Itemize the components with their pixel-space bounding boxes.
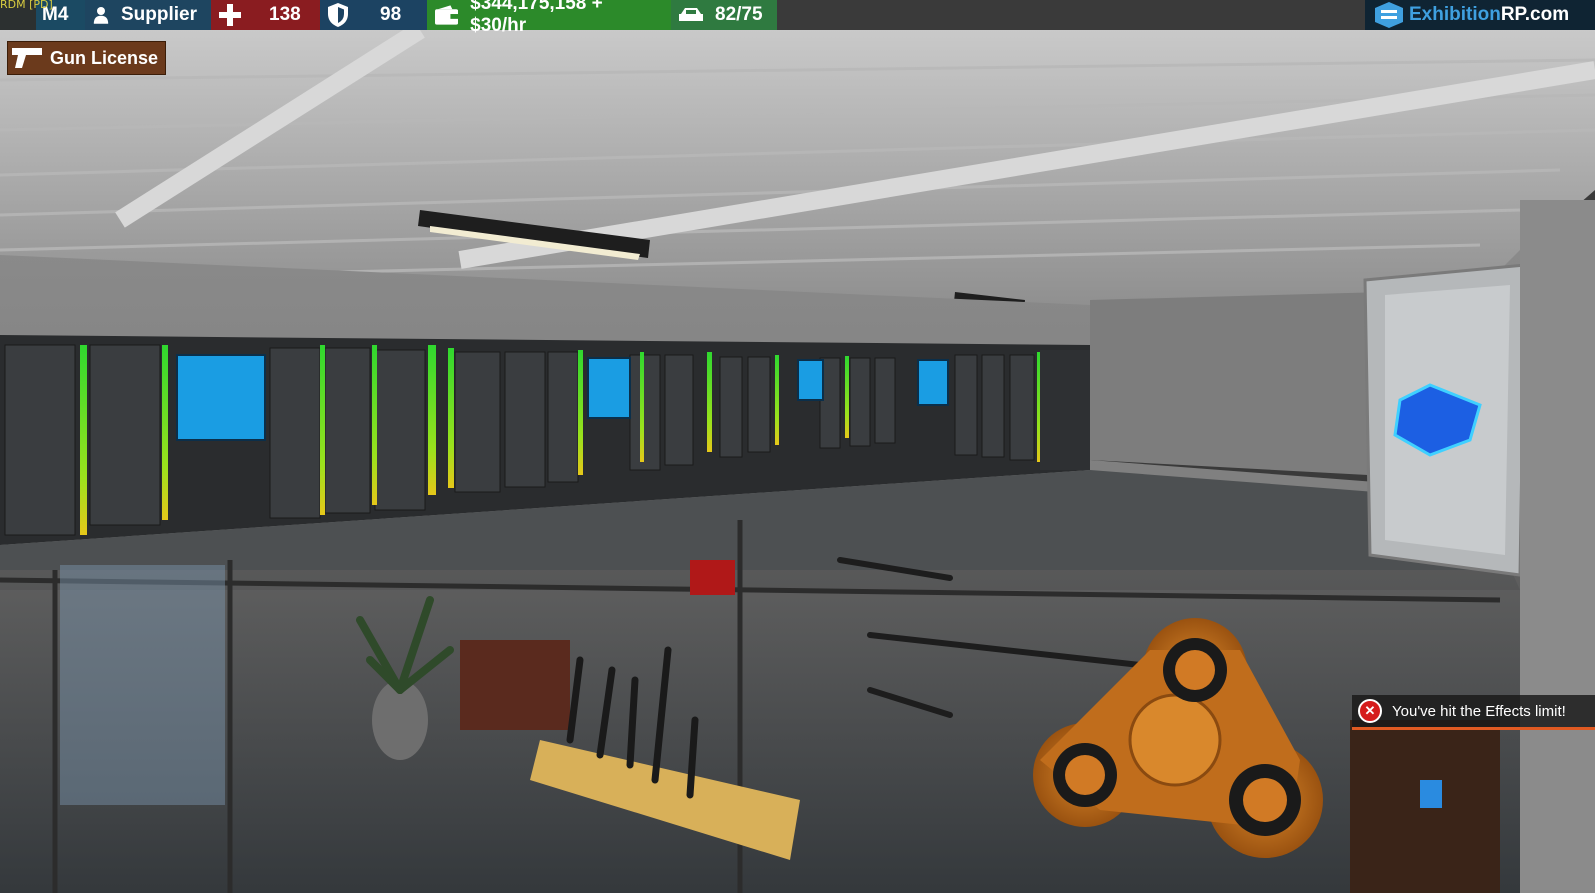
hud-vehicles: 82/75 (671, 0, 777, 30)
car-icon (679, 8, 703, 21)
brand-part2: RP.com (1500, 4, 1570, 25)
gun-license-label: Gun License (50, 47, 159, 68)
notification-toast: ✕ You've hit the Effects limit! (1352, 695, 1595, 730)
hud-weapon: RDM [PD] M4 (0, 0, 85, 30)
gun-license-badge: Gun License (7, 41, 166, 75)
hud-health: 138 (211, 0, 320, 30)
user-icon (93, 7, 109, 24)
hud-job: Supplier (85, 0, 211, 30)
red-box (690, 560, 735, 595)
vehicle-count: 82/75 (715, 4, 763, 25)
pistol-icon (12, 48, 42, 68)
shield-icon (328, 3, 348, 27)
rack-end-panel (1040, 350, 1090, 470)
brand-part1: Exhibition (1409, 4, 1501, 25)
notification-text: You've hit the Effects limit! (1392, 702, 1566, 720)
hud-money: $344,175,158 + $30/hr (427, 0, 671, 36)
door-sign (1420, 780, 1442, 808)
hud-bar: RDM [PD] M4 Supplier 138 98 $344,175,158… (0, 0, 777, 36)
lower-window (60, 565, 225, 805)
health-value: 138 (269, 4, 301, 25)
job-name: Supplier (120, 4, 197, 25)
brand-logo: Exhibition RP.com (1365, 0, 1595, 30)
armor-value: 98 (380, 4, 402, 25)
red-sofa (460, 640, 570, 730)
game-scene (0, 22, 1595, 893)
money-value: $344,175,158 + $30/hr (470, 0, 603, 36)
server-cabinet (1363, 263, 1527, 577)
exhibitionrp-logo-icon (1375, 2, 1403, 28)
wallet-icon (435, 5, 459, 25)
error-icon: ✕ (1358, 699, 1382, 723)
mode-tag: RDM [PD] (0, 0, 53, 11)
health-cross-icon (219, 4, 241, 26)
right-pillar (1520, 200, 1595, 893)
hud-armor: 98 (320, 0, 427, 30)
